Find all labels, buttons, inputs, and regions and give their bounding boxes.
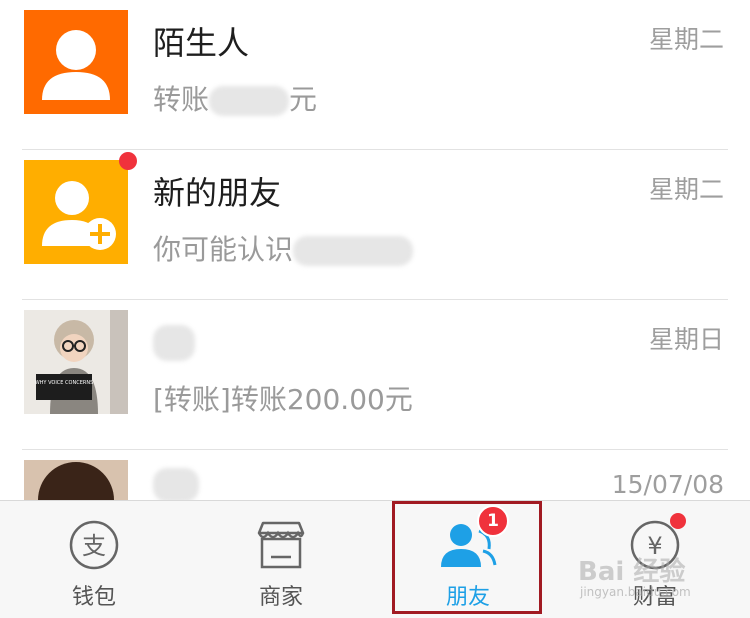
redacted-name — [153, 325, 195, 361]
list-item[interactable]: 陌生人 转账元 星期二 — [0, 0, 750, 150]
person-icon — [24, 10, 128, 114]
tab-label: 钱包 — [71, 585, 116, 610]
list-item[interactable]: 新的朋友 你可能认识 星期二 — [0, 150, 750, 300]
photo-avatar — [24, 460, 128, 500]
notification-dot — [670, 513, 686, 529]
alipay-icon: 支 — [68, 519, 120, 575]
conversation-time: 星期日 — [648, 325, 724, 354]
sign-text: WHY VOICE CONCERNS — [35, 380, 94, 386]
redacted-amount — [209, 86, 290, 116]
conversation-title: 新的朋友 — [153, 174, 282, 212]
tab-merchants[interactable]: 商家 — [206, 501, 356, 618]
conversation-preview: 转账元 — [153, 83, 318, 116]
unread-dot — [119, 152, 137, 170]
list-item[interactable]: WHY VOICE CONCERNS [转账]转账200.00元 星期日 — [0, 300, 750, 450]
conversation-preview: 你可能认识 — [153, 228, 414, 268]
conversation-time: 星期二 — [648, 175, 724, 204]
svg-text:支: 支 — [82, 532, 106, 560]
add-person-icon — [24, 160, 128, 264]
tab-wallet[interactable]: 支 钱包 — [19, 501, 169, 618]
conversation-time: 15/07/08 — [611, 470, 724, 499]
redacted-name — [153, 468, 199, 500]
list-item[interactable]: 15/07/08 — [0, 450, 750, 500]
tab-label: 商家 — [258, 585, 303, 610]
watermark-url: jingyan.baidu.com — [580, 585, 691, 599]
watermark: Bai 经验 — [578, 557, 686, 587]
store-icon — [253, 519, 309, 575]
conversation-time: 星期二 — [648, 25, 724, 54]
conversation-title — [153, 464, 199, 500]
conversation-title — [153, 322, 195, 361]
conversation-preview: [转账]转账200.00元 — [153, 383, 413, 416]
tab-bar: 支 钱包 商家 1 朋友 ¥ 财富 Bai 经验 jingyan.baidu.c… — [0, 500, 750, 618]
redacted-name — [293, 236, 414, 266]
conversation-list: 陌生人 转账元 星期二 新的朋友 你可能认识 星期二 WHY VOICE CON… — [0, 0, 750, 500]
photo-avatar: WHY VOICE CONCERNS — [24, 310, 128, 414]
conversation-title: 陌生人 — [153, 24, 250, 62]
highlight-box — [392, 501, 542, 614]
